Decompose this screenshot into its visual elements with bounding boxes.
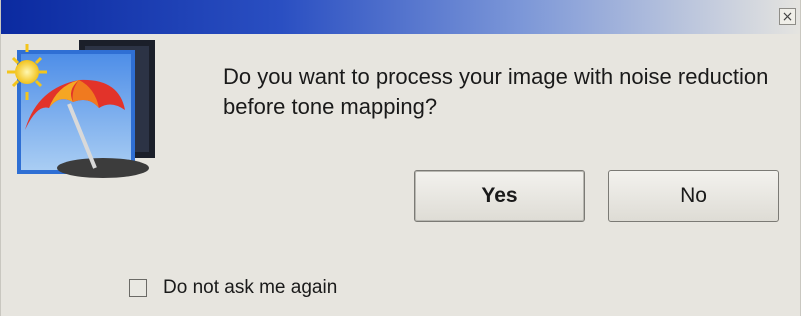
title-bar[interactable]: ×: [1, 0, 800, 34]
dont-ask-label: Do not ask me again: [163, 277, 338, 298]
no-button[interactable]: No: [608, 170, 779, 222]
yes-button[interactable]: Yes: [414, 170, 585, 222]
dont-ask-again-option[interactable]: Do not ask me again: [129, 277, 337, 299]
dont-ask-checkbox[interactable]: [129, 279, 147, 297]
dialog-message: Do you want to process your image with n…: [223, 64, 769, 119]
dialog-window: × Do you want to process your image with…: [0, 0, 801, 316]
close-icon[interactable]: ×: [779, 8, 796, 25]
app-icon: [7, 40, 155, 178]
